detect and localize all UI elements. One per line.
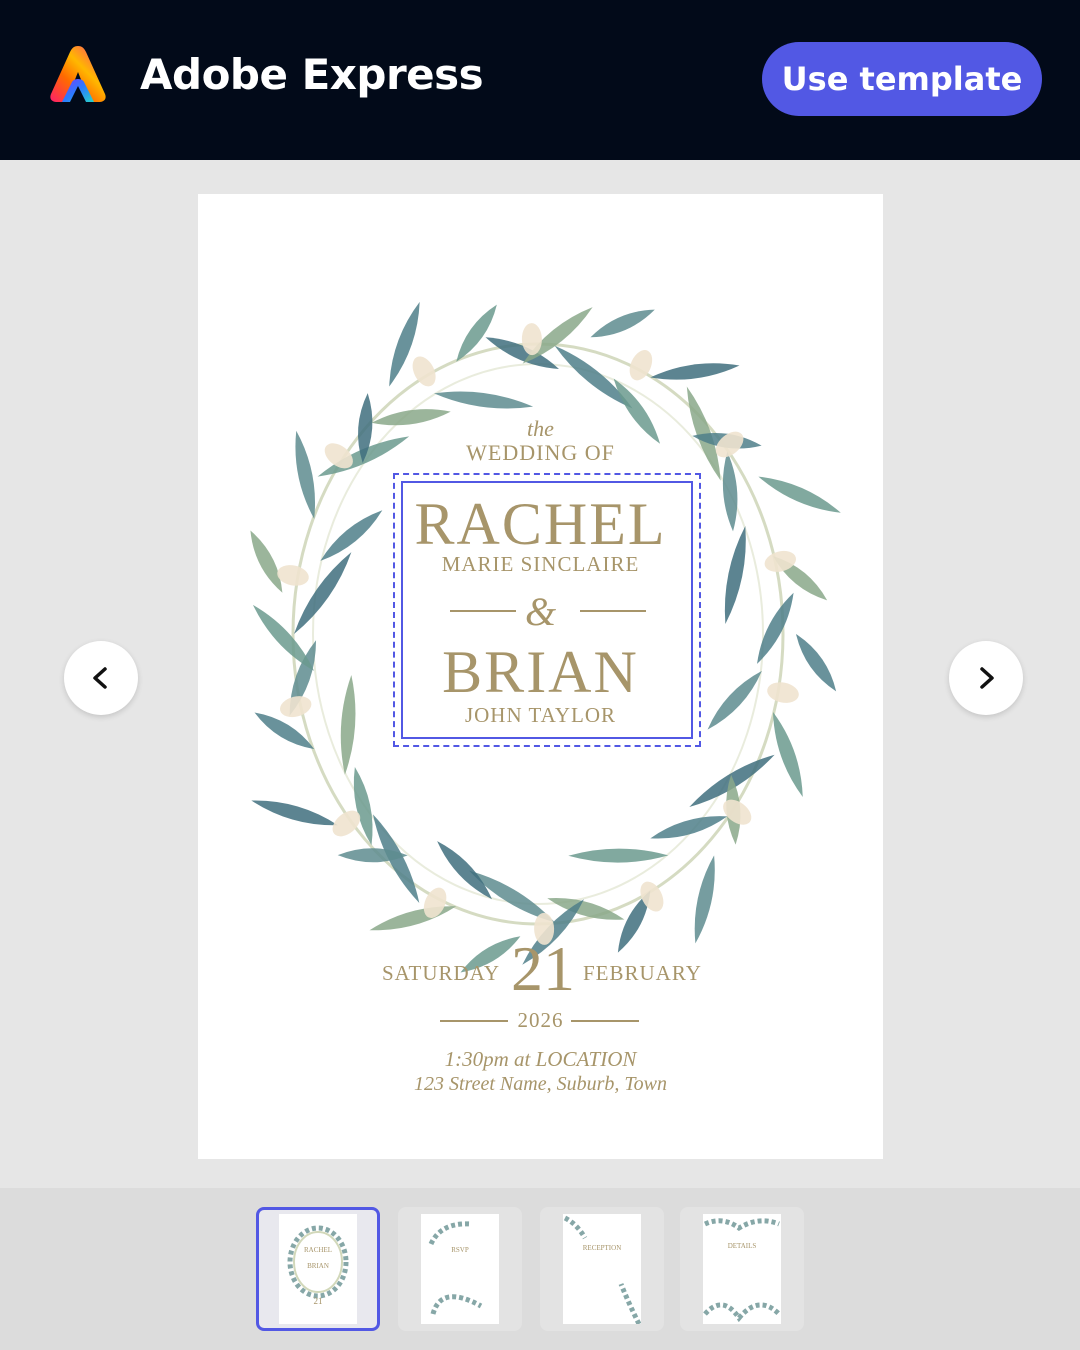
- thumbnail-page-1[interactable]: RACHEL BRIAN 21: [256, 1207, 380, 1331]
- thumbnail-page-4[interactable]: DETAILS: [680, 1207, 804, 1331]
- thumbnail-details-label: DETAILS: [727, 1242, 757, 1250]
- chevron-right-icon: [980, 667, 994, 689]
- the-text: the: [527, 416, 554, 441]
- app-header: Adobe Express Use template: [0, 0, 1080, 160]
- adobe-express-logo: [50, 46, 106, 102]
- thumbnail-preview: RSVP: [421, 1214, 499, 1324]
- leaf: [568, 848, 669, 863]
- thumbnail-page-3[interactable]: RECEPTION: [540, 1207, 664, 1331]
- thumbnail-day: 21: [313, 1296, 323, 1306]
- leaf: [590, 309, 655, 338]
- address[interactable]: 123 Street Name, Suburb, Town: [198, 1073, 883, 1096]
- ampersand: &: [524, 589, 557, 634]
- leaf: [456, 304, 497, 362]
- thumbnail-name-1: RACHEL: [304, 1246, 332, 1254]
- mini-leaves-icon: [703, 1218, 781, 1323]
- thumbnail-preview: RACHEL BRIAN 21: [279, 1214, 357, 1324]
- thumbnail-page-2[interactable]: RSVP: [398, 1207, 522, 1331]
- leaf: [251, 800, 338, 826]
- month[interactable]: FEBRUARY: [583, 961, 702, 986]
- year[interactable]: 2026: [198, 1008, 883, 1033]
- leaf: [694, 855, 715, 944]
- day-number[interactable]: 21: [511, 932, 575, 1006]
- ampersand-rule-right: [580, 610, 646, 612]
- groom-name[interactable]: BRIAN: [198, 638, 883, 707]
- thumbnail-reception-label: RECEPTION: [582, 1244, 622, 1252]
- use-template-button[interactable]: Use template: [762, 42, 1042, 116]
- previous-page-button[interactable]: [64, 641, 138, 715]
- leaf: [434, 391, 534, 409]
- thumbnail-name-2: BRIAN: [307, 1262, 329, 1270]
- leaf: [353, 766, 373, 846]
- next-page-button[interactable]: [949, 641, 1023, 715]
- wedding-of-text: WEDDING OF: [466, 440, 615, 465]
- thumbnail-preview: DETAILS: [703, 1214, 781, 1324]
- groom-middle-last-name[interactable]: JOHN TAYLOR: [198, 703, 883, 728]
- bride-name[interactable]: RACHEL: [198, 490, 883, 559]
- thumbnail-preview: RECEPTION: [563, 1214, 641, 1324]
- invitation-canvas[interactable]: the WEDDING OF RACHEL MARIE SINCLAIRE & …: [198, 194, 883, 1159]
- mini-leaves-icon: [563, 1215, 641, 1324]
- mini-leaves-icon: [428, 1221, 483, 1315]
- app-name: Adobe Express: [140, 50, 484, 99]
- year-rule-right: [571, 1020, 639, 1022]
- thumbnail-rsvp-label: RSVP: [451, 1246, 469, 1254]
- bride-middle-last-name[interactable]: MARIE SINCLAIRE: [198, 552, 883, 577]
- chevron-left-icon: [93, 667, 107, 689]
- weekday[interactable]: SATURDAY: [382, 961, 500, 986]
- leaf: [650, 816, 728, 839]
- time-location[interactable]: 1:30pm at LOCATION: [198, 1047, 883, 1072]
- leaf: [650, 363, 740, 380]
